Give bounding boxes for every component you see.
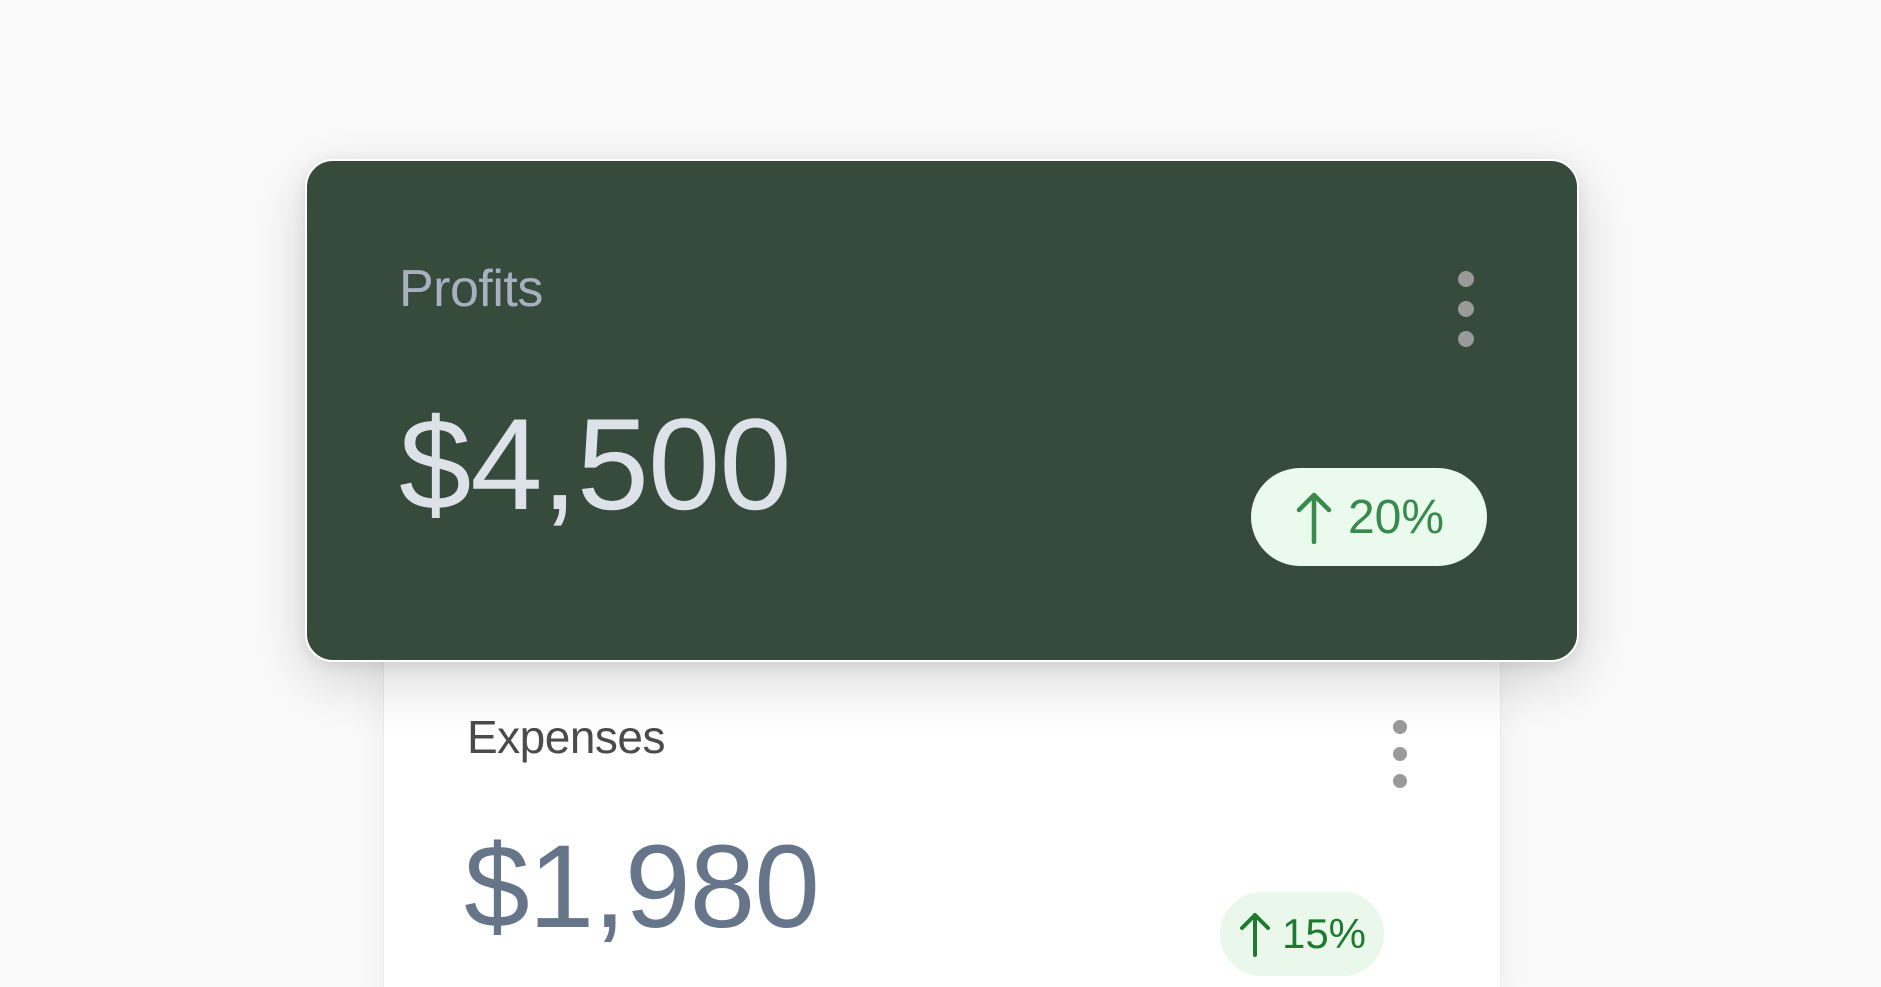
expenses-change-badge: 15%: [1220, 892, 1384, 976]
expenses-more-icon[interactable]: [1390, 720, 1410, 788]
profits-card[interactable]: Profits $4,500 20%: [305, 159, 1579, 662]
profits-label: Profits: [399, 260, 543, 318]
expenses-change-value: 15%: [1281, 910, 1367, 957]
kebab-menu-icon: [1458, 271, 1474, 347]
arrow-up-icon: [1239, 913, 1270, 957]
profits-more-icon[interactable]: [1455, 271, 1477, 347]
arrow-up-icon: [1296, 492, 1332, 544]
kebab-menu-icon: [1393, 720, 1407, 788]
profits-change-badge: 20%: [1251, 468, 1487, 566]
expenses-amount: $1,980: [464, 821, 820, 953]
expenses-label: Expenses: [467, 711, 666, 763]
profits-amount: $4,500: [399, 391, 792, 537]
app-canvas: Expenses $1,980 15% Profits $4,500 20%: [0, 0, 1881, 987]
profits-change-value: 20%: [1347, 490, 1445, 544]
